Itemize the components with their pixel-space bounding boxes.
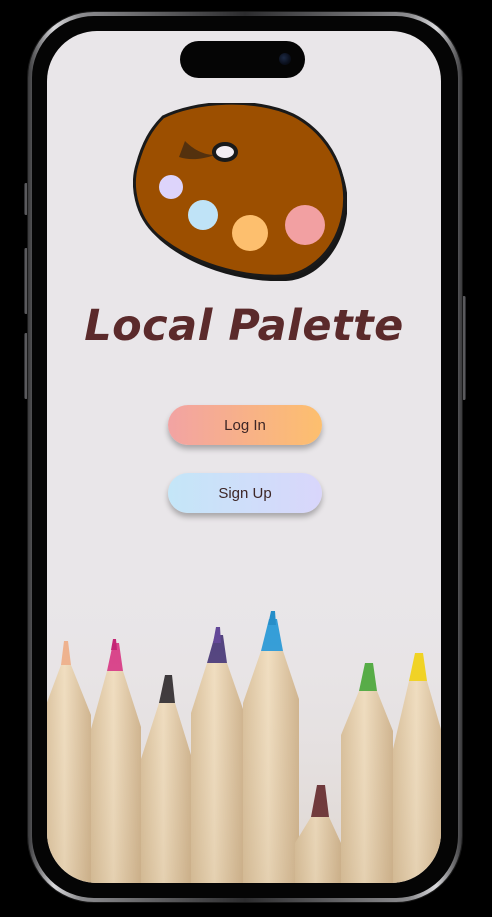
sign-up-button[interactable]: Sign Up (168, 473, 322, 513)
orange-paint-dot (232, 215, 268, 251)
paint-palette-icon (133, 103, 347, 281)
log-in-button[interactable]: Log In (168, 405, 322, 445)
lavender-paint-dot (159, 175, 183, 199)
dynamic-island (180, 41, 305, 78)
device-mockup: Local Palette Log In Sign Up (0, 0, 492, 917)
app-screen: Local Palette Log In Sign Up (47, 31, 441, 883)
power-button (462, 296, 466, 400)
colored-pencils-illustration (47, 553, 441, 883)
pink-paint-dot (285, 205, 325, 245)
front-camera-icon (279, 53, 291, 65)
blue-paint-dot (188, 200, 218, 230)
app-title: Local Palette (84, 301, 404, 351)
